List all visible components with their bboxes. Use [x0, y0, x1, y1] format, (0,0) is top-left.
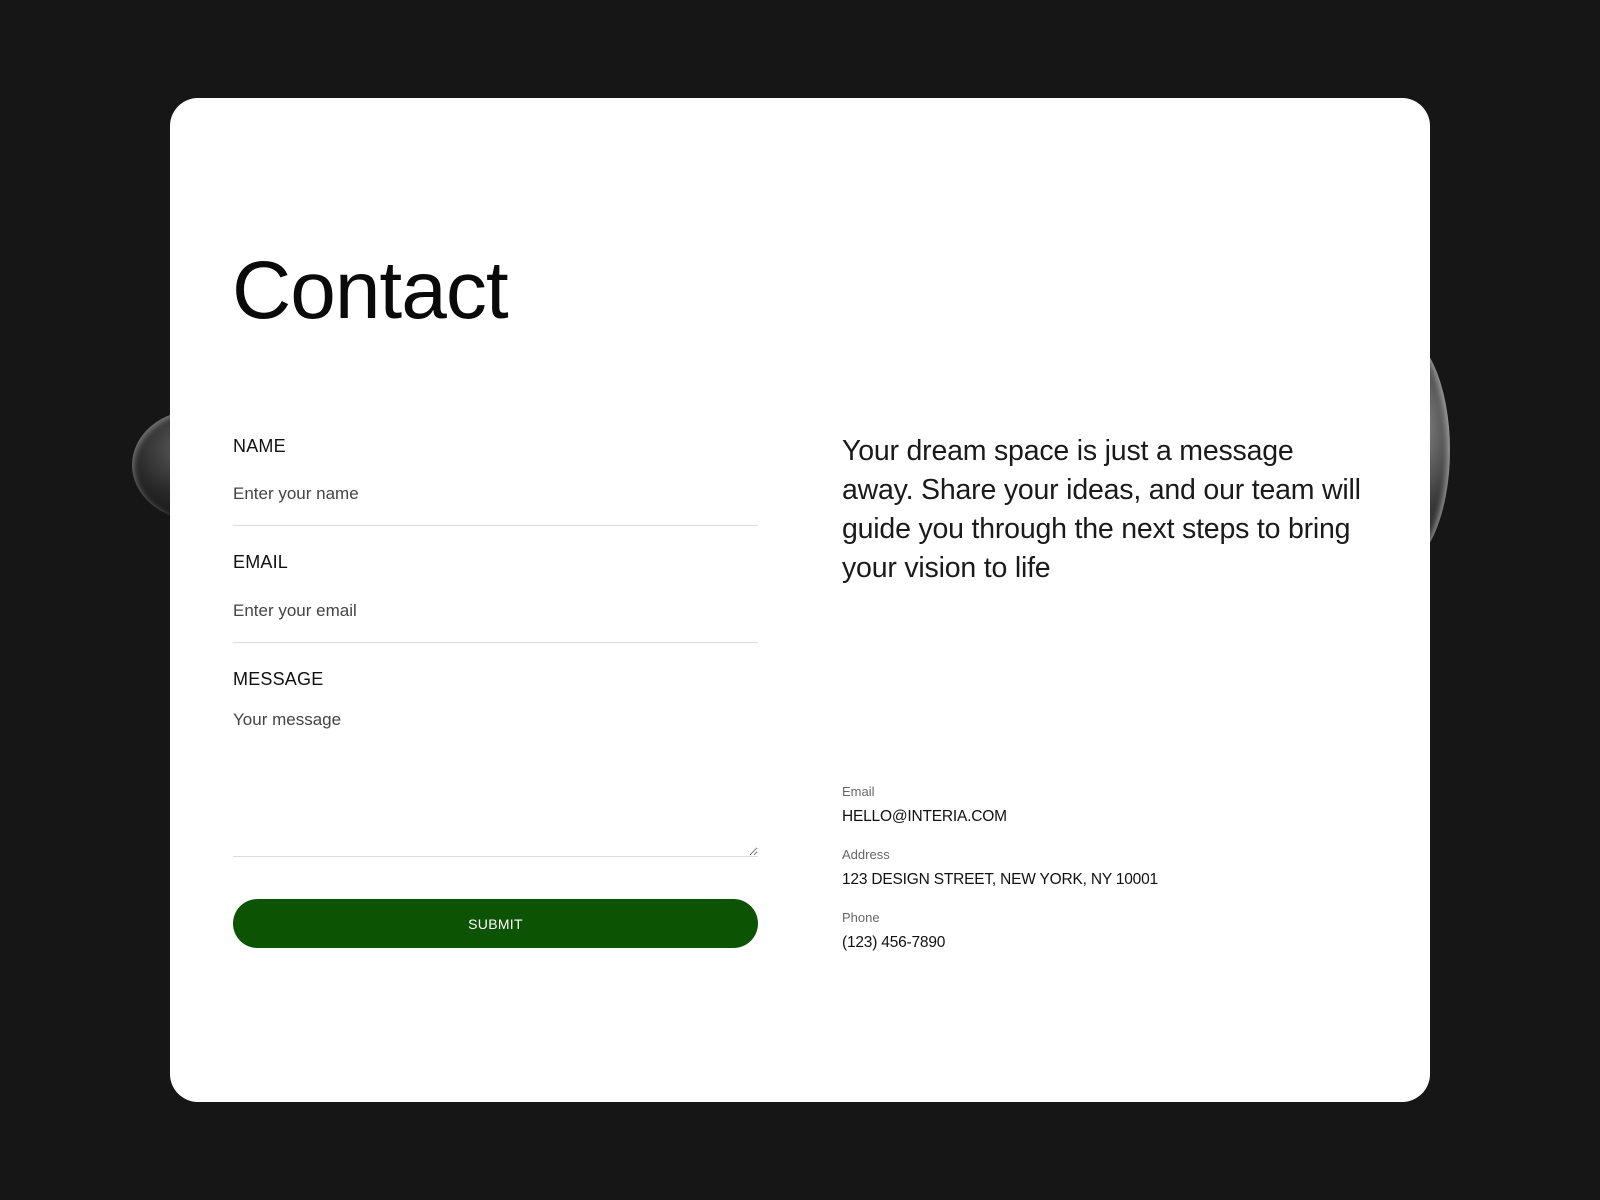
contact-email-label: Email [842, 784, 875, 799]
name-input[interactable] [233, 481, 758, 526]
contact-email-block: Email HELLO@INTERIA.COM [842, 784, 1342, 826]
contact-address-block: Address 123 DESIGN STREET, NEW YORK, NY … [842, 847, 1342, 889]
contact-phone-block: Phone (123) 456-7890 [842, 910, 1342, 952]
contact-info: Email HELLO@INTERIA.COM Address 123 DESI… [842, 784, 1342, 973]
message-label: MESSAGE [233, 669, 324, 689]
name-label: NAME [233, 436, 286, 456]
message-textarea[interactable] [233, 709, 758, 857]
contact-card: Contact NAME EMAIL MESSAGE SUBMIT Your d… [170, 98, 1430, 1102]
email-label: EMAIL [233, 552, 289, 572]
contact-phone-label: Phone [842, 910, 880, 925]
page-title: Contact [232, 245, 509, 336]
contact-email-value: HELLO@INTERIA.COM [842, 808, 1007, 825]
contact-form: NAME EMAIL MESSAGE SUBMIT [233, 436, 758, 948]
contact-address-value: 123 DESIGN STREET, NEW YORK, NY 10001 [842, 871, 1158, 888]
submit-button[interactable]: SUBMIT [233, 899, 758, 948]
contact-phone-value: (123) 456-7890 [842, 934, 946, 951]
email-input[interactable] [233, 598, 758, 643]
contact-address-label: Address [842, 847, 890, 862]
intro-text: Your dream space is just a message away.… [842, 435, 1361, 584]
